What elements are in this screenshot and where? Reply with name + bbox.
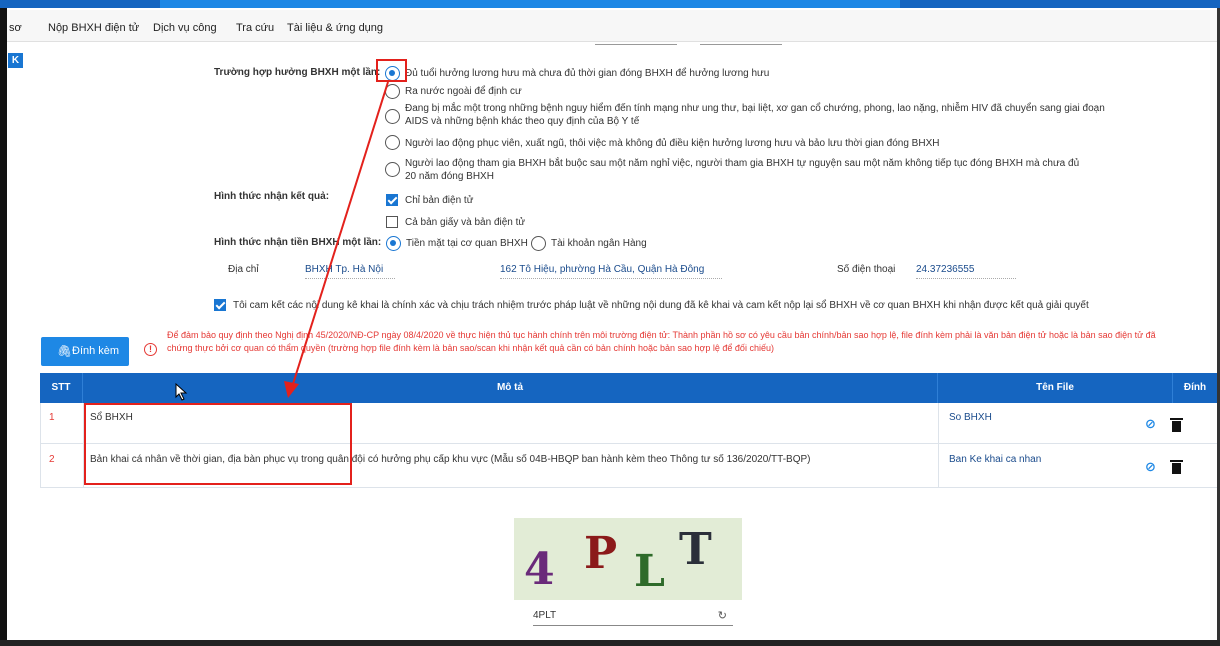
annotation-arrow [175,81,389,401]
